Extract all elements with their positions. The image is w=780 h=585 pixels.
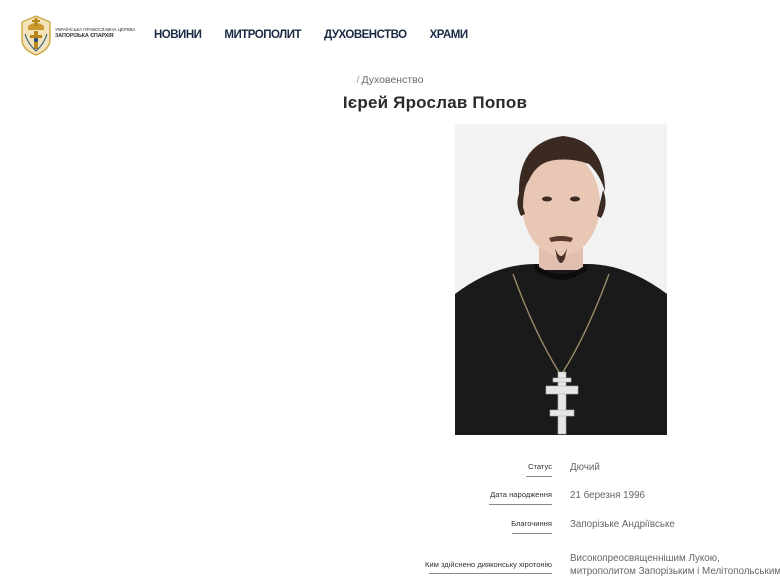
info-deanery-divider [512, 533, 552, 534]
info-deanery-label: Благочиння [511, 519, 552, 528]
info-birth-divider [489, 504, 552, 505]
info-birth-value: 21 березня 1996 [570, 490, 645, 501]
info-ordination-divider [429, 573, 552, 574]
info-ordination-label: Ким здійснено дияконську хіротонію [424, 560, 552, 569]
breadcrumb-link-clergy[interactable]: Духовенство [361, 74, 423, 86]
info-ordination-value-line2: митрополитом Запорізьким і Мелітопольськ… [570, 566, 780, 577]
nav-item-churches[interactable]: ХРАМИ [430, 29, 468, 41]
main-nav: НОВИНИ МИТРОПОЛИТ ДУХОВЕНСТВО ХРАМИ [154, 29, 491, 41]
breadcrumb: / Духовенство [0, 74, 780, 86]
logo-text[interactable]: УКРАЇНСЬКА ПРАВОСЛАВНА ЦЕРКВА ЗАПОРІЗЬКА… [55, 27, 139, 40]
priest-photo [455, 124, 667, 435]
diocese-logo[interactable] [19, 14, 53, 56]
info-status-label: Статус [527, 462, 552, 471]
nav-item-clergy[interactable]: ДУХОВЕНСТВО [324, 29, 407, 41]
info-birth-label: Дата народження [490, 490, 552, 499]
info-status-divider [526, 476, 552, 477]
info-status-value: Дючий [570, 462, 600, 473]
nav-item-news[interactable]: НОВИНИ [154, 29, 202, 41]
logo-diocese-name: ЗАПОРІЗЬКА ЄПАРХІЯ [55, 33, 114, 39]
info-deanery-value: Запорізьке Андріївське [570, 519, 675, 530]
breadcrumb-separator: / [356, 74, 360, 86]
page-title: Ієрей Ярослав Попов [342, 93, 528, 112]
nav-item-metropolitan[interactable]: МИТРОПОЛИТ [224, 29, 301, 41]
site-header: УКРАЇНСЬКА ПРАВОСЛАВНА ЦЕРКВА ЗАПОРІЗЬКА… [0, 0, 780, 72]
info-ordination-value-line1: Високопреосвященнішим Лукою, [570, 553, 720, 564]
